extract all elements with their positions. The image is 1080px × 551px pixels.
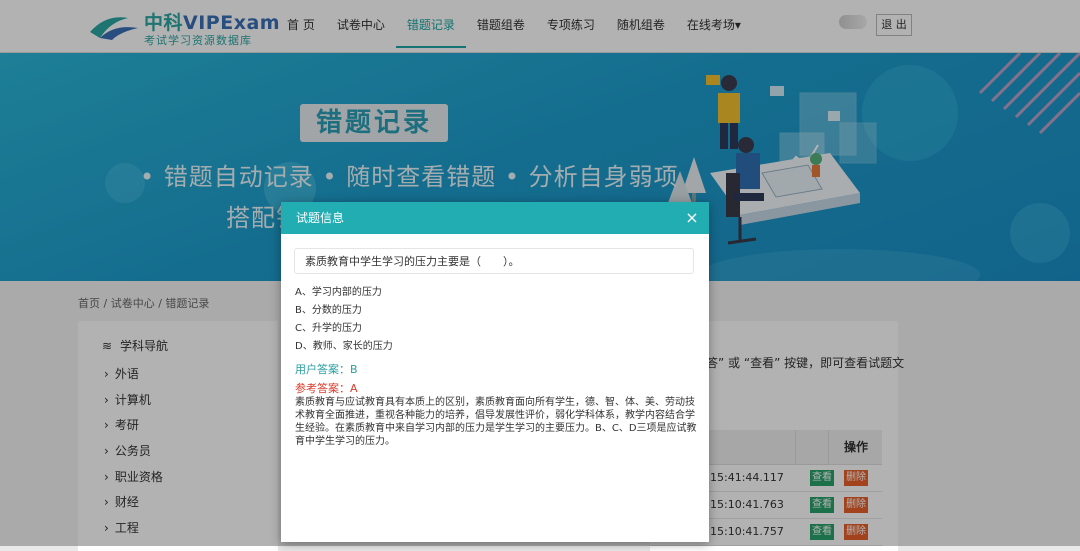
reference-answer: 参考答案：A [295,382,358,395]
option-c: C、升学的压力 [295,323,362,334]
question-info-dialog: 试题信息 × 素质教育中学生学习的压力主要是（ ）。 A、学习内部的压力 B、分… [281,202,709,542]
dialog-header: 试题信息 × [281,202,709,234]
dialog-title: 试题信息 [296,211,345,225]
close-icon[interactable]: × [685,209,699,227]
question-stem: 素质教育中学生学习的压力主要是（ ）。 [294,248,694,274]
option-b: B、分数的压力 [295,305,362,316]
option-d: D、教师、家长的压力 [295,341,393,352]
answer-analysis: 素质教育与应试教育具有本质上的区别，素质教育面向所有学生，德、智、体、美、劳动技… [295,397,697,447]
user-answer: 用户答案：B [295,363,358,376]
option-a: A、学习内部的压力 [295,287,382,298]
answer-options: A、学习内部的压力 B、分数的压力 C、升学的压力 D、教师、家长的压力 [295,284,393,356]
